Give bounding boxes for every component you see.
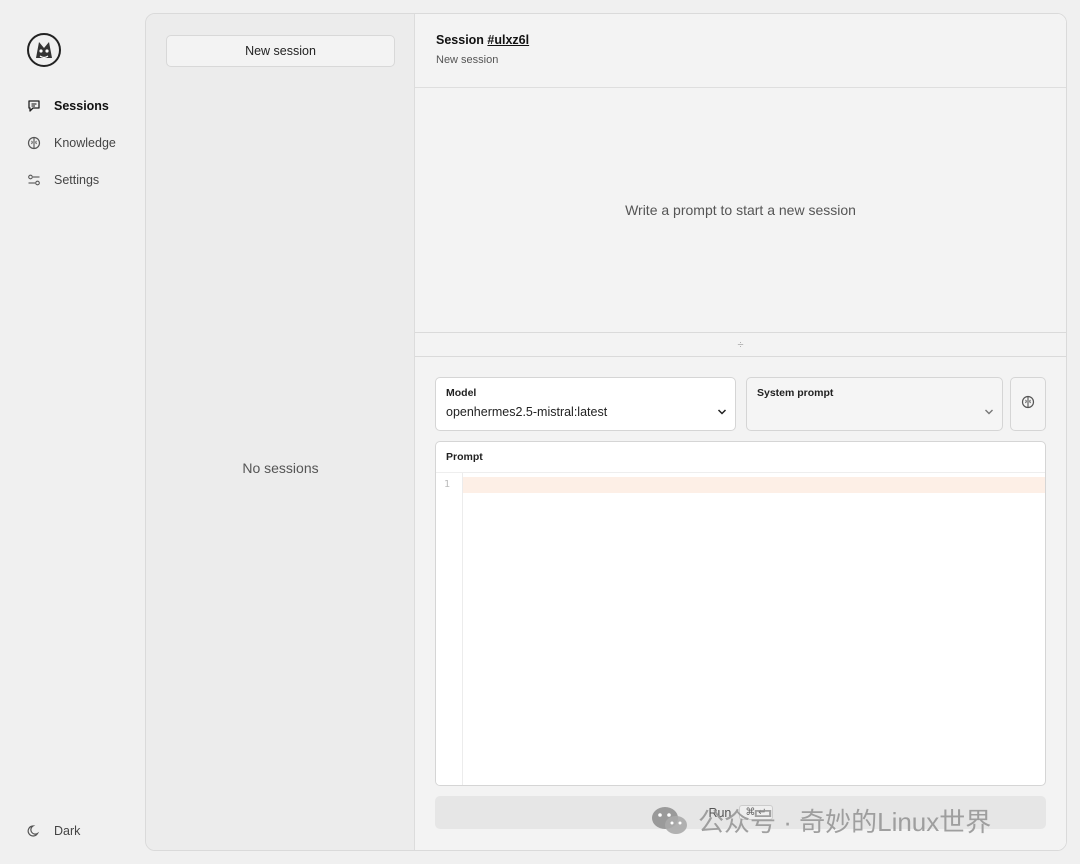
sliders-icon [26, 172, 42, 188]
run-label: Run [708, 805, 732, 820]
line-number-gutter: 1 [436, 473, 463, 785]
sidebar-item-label: Sessions [54, 99, 109, 113]
theme-toggle-dark[interactable]: Dark [26, 820, 80, 842]
chevron-down-icon [984, 408, 994, 419]
sidebar-item-label: Settings [54, 173, 100, 187]
empty-sessions-text: No sessions [242, 460, 319, 476]
run-button[interactable]: Run ⌘ ↵ [435, 796, 1046, 829]
sidebar-nav: Sessions Knowledge Settings Dark [0, 0, 145, 864]
system-prompt-label: System prompt [757, 387, 834, 399]
new-session-button[interactable]: New session [166, 35, 395, 67]
chat-icon [26, 98, 42, 114]
sidebar-item-knowledge[interactable]: Knowledge [26, 132, 116, 154]
session-id-link[interactable]: #ulxz6l [487, 33, 529, 47]
line-number: 1 [444, 479, 451, 490]
prompt-textarea[interactable]: 1 [436, 472, 1045, 785]
knowledge-button[interactable] [1010, 377, 1046, 431]
model-label: Model [446, 387, 477, 399]
app-logo[interactable] [26, 32, 62, 68]
session-title: Session #ulxz6l [436, 33, 529, 47]
model-select[interactable]: Model openhermes2.5-mistral:latest [435, 377, 736, 431]
system-prompt-select[interactable]: System prompt [746, 377, 1003, 431]
resize-grip-icon: ÷ [737, 338, 744, 351]
session-content: Session #ulxz6l New session Write a prom… [415, 14, 1066, 850]
run-shortcut: ⌘ ↵ [739, 805, 773, 820]
brain-icon [26, 135, 42, 151]
prompt-form: Model openhermes2.5-mistral:latest Syste… [415, 357, 1066, 850]
chevron-down-icon [717, 408, 727, 419]
session-output-area: Write a prompt to start a new session [415, 88, 1066, 333]
theme-toggle-label: Dark [54, 824, 81, 838]
session-title-prefix: Session [436, 33, 484, 47]
model-value: openhermes2.5-mistral:latest [446, 405, 608, 419]
main-frame: New session No sessions Session #ulxz6l … [145, 13, 1067, 851]
brain-icon [1021, 395, 1035, 414]
resize-handle[interactable]: ÷ [415, 333, 1066, 357]
prompt-editor[interactable]: Prompt 1 [435, 441, 1046, 786]
active-line-highlight [436, 477, 1045, 493]
sidebar-item-sessions[interactable]: Sessions [26, 95, 109, 117]
sessions-panel: New session No sessions [146, 14, 415, 850]
sidebar-item-settings[interactable]: Settings [26, 169, 99, 191]
session-subtitle: New session [436, 54, 499, 66]
session-header: Session #ulxz6l New session [415, 14, 1066, 88]
empty-session-message: Write a prompt to start a new session [625, 202, 856, 218]
sidebar-item-label: Knowledge [54, 136, 116, 150]
moon-icon [26, 823, 42, 839]
prompt-label: Prompt [446, 451, 483, 463]
